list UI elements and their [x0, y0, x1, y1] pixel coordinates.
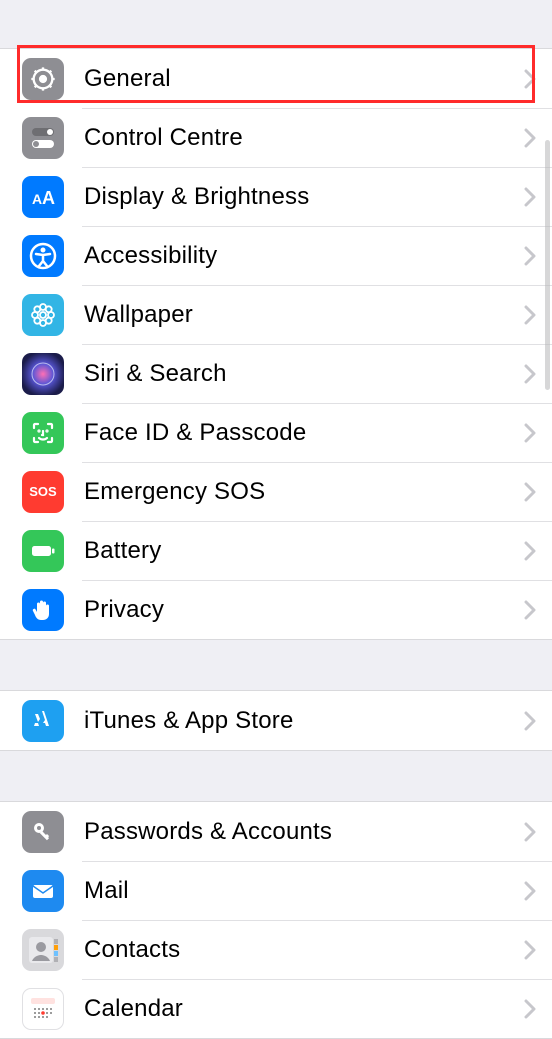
chevron-right-icon: [524, 246, 536, 266]
chevron-right-icon: [524, 541, 536, 561]
settings-section-accounts: Passwords & Accounts Mail Contacts Calen…: [0, 801, 552, 1039]
battery-icon: [22, 530, 64, 572]
row-display-brightness[interactable]: AA Display & Brightness: [0, 167, 552, 226]
chevron-right-icon: [524, 711, 536, 731]
hand-icon: [22, 589, 64, 631]
row-label: Face ID & Passcode: [84, 419, 524, 447]
row-accessibility[interactable]: Accessibility: [0, 226, 552, 285]
svg-text:SOS: SOS: [29, 484, 57, 499]
row-wallpaper[interactable]: Wallpaper: [0, 285, 552, 344]
row-label: Mail: [84, 877, 524, 905]
chevron-right-icon: [524, 423, 536, 443]
key-icon: [22, 811, 64, 853]
gear-icon: [22, 58, 64, 100]
sos-icon: SOS: [22, 471, 64, 513]
row-emergency-sos[interactable]: SOS Emergency SOS: [0, 462, 552, 521]
row-label: Wallpaper: [84, 301, 524, 329]
chevron-right-icon: [524, 187, 536, 207]
row-passwords-accounts[interactable]: Passwords & Accounts: [0, 802, 552, 861]
row-label: Privacy: [84, 596, 524, 624]
chevron-right-icon: [524, 600, 536, 620]
row-label: Display & Brightness: [84, 183, 524, 211]
chevron-right-icon: [524, 940, 536, 960]
chevron-right-icon: [524, 128, 536, 148]
faceid-icon: [22, 412, 64, 454]
toggles-icon: [22, 117, 64, 159]
row-label: Battery: [84, 537, 524, 565]
row-general[interactable]: General: [0, 49, 552, 108]
settings-section-store: iTunes & App Store: [0, 690, 552, 751]
chevron-right-icon: [524, 822, 536, 842]
row-label: Accessibility: [84, 242, 524, 270]
chevron-right-icon: [524, 305, 536, 325]
row-faceid-passcode[interactable]: Face ID & Passcode: [0, 403, 552, 462]
appstore-icon: [22, 700, 64, 742]
flower-icon: [22, 294, 64, 336]
contacts-icon: [22, 929, 64, 971]
settings-section-main: General Control Centre AA Display & Brig…: [0, 48, 552, 640]
svg-text:A: A: [42, 188, 55, 208]
row-contacts[interactable]: Contacts: [0, 920, 552, 979]
row-mail[interactable]: Mail: [0, 861, 552, 920]
siri-icon: [22, 353, 64, 395]
chevron-right-icon: [524, 999, 536, 1019]
text-size-icon: AA: [22, 176, 64, 218]
row-calendar[interactable]: Calendar: [0, 979, 552, 1038]
svg-text:A: A: [32, 191, 42, 207]
row-label: Control Centre: [84, 124, 524, 152]
mail-icon: [22, 870, 64, 912]
row-privacy[interactable]: Privacy: [0, 580, 552, 639]
row-label: General: [84, 65, 524, 93]
chevron-right-icon: [524, 482, 536, 502]
row-label: Passwords & Accounts: [84, 818, 524, 846]
row-label: Calendar: [84, 995, 524, 1023]
accessibility-icon: [22, 235, 64, 277]
row-siri-search[interactable]: Siri & Search: [0, 344, 552, 403]
chevron-right-icon: [524, 364, 536, 384]
calendar-icon: [22, 988, 64, 1030]
scrollbar[interactable]: [545, 140, 550, 390]
row-label: Contacts: [84, 936, 524, 964]
row-label: Siri & Search: [84, 360, 524, 388]
chevron-right-icon: [524, 881, 536, 901]
row-label: iTunes & App Store: [84, 707, 524, 735]
chevron-right-icon: [524, 69, 536, 89]
row-label: Emergency SOS: [84, 478, 524, 506]
row-itunes-appstore[interactable]: iTunes & App Store: [0, 691, 552, 750]
row-battery[interactable]: Battery: [0, 521, 552, 580]
row-control-centre[interactable]: Control Centre: [0, 108, 552, 167]
